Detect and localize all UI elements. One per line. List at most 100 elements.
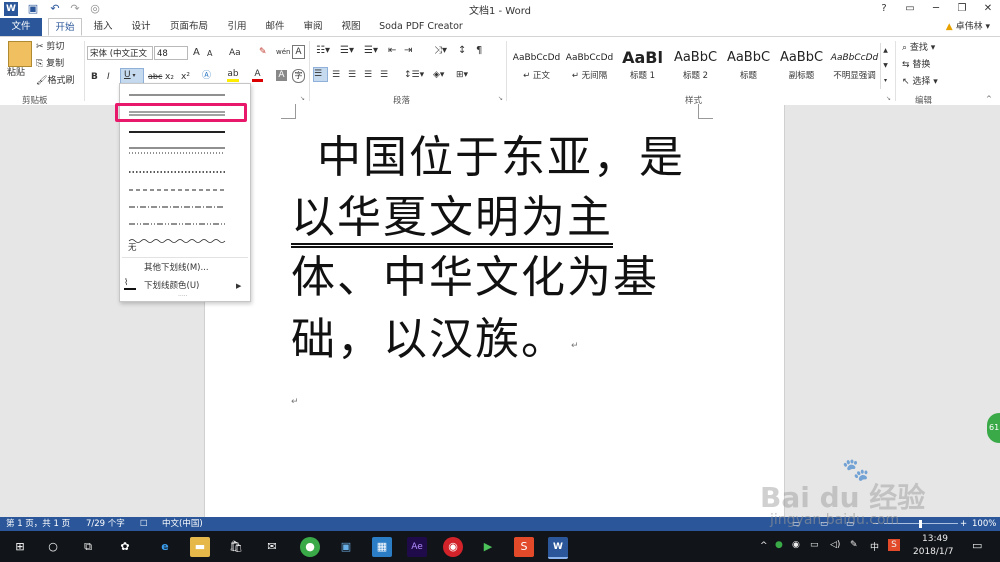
paragraph-dialog-launcher-icon[interactable]: ↘ — [498, 93, 503, 105]
align-right-icon[interactable]: ☰ — [348, 69, 356, 81]
edge-browser-icon[interactable]: e — [155, 537, 175, 557]
tray-shield-icon[interactable]: ◉ — [792, 540, 800, 550]
tab-design[interactable]: 设计 — [126, 18, 156, 36]
style-item[interactable]: AaBbCcDd ↵ 无间隔 — [563, 47, 616, 89]
shading-icon[interactable]: ◈▾ — [433, 69, 444, 81]
copy-button[interactable]: ⎘ 复制 — [36, 58, 64, 70]
show-formatting-icon[interactable]: ¶ — [476, 45, 482, 57]
font-size-combo[interactable]: 48 — [154, 46, 188, 60]
computer-icon[interactable]: ▣ — [336, 537, 356, 557]
underline-none-option[interactable]: 无 — [128, 242, 137, 254]
increase-indent-icon[interactable]: ⇥ — [404, 45, 412, 57]
bold-button[interactable]: B — [91, 71, 98, 83]
grow-font-button[interactable]: A — [193, 47, 200, 59]
resize-grip[interactable]: ..... — [178, 289, 188, 301]
green-app-icon[interactable]: ● — [300, 537, 320, 557]
tab-layout[interactable]: 页面布局 — [166, 18, 212, 36]
language-indicator[interactable]: 中文(中国) — [162, 518, 203, 530]
ribbon-display-options-icon[interactable]: ▭ — [898, 1, 922, 17]
minimize-button[interactable]: ─ — [924, 1, 948, 17]
bullets-icon[interactable]: ☷▾ — [316, 45, 330, 57]
pinwheel-app-icon[interactable]: ✿ — [115, 537, 135, 557]
clock-time[interactable]: 13:49 — [922, 534, 948, 544]
superscript-button[interactable]: x² — [181, 71, 190, 83]
page-count[interactable]: 第 1 页，共 1 页 — [6, 518, 70, 530]
body-text-line[interactable]: 体、中华文化为基 — [291, 241, 659, 305]
tab-references[interactable]: 引用 — [222, 18, 252, 36]
highlight-icon[interactable]: ab — [227, 68, 239, 82]
cut-button[interactable]: ✂ 剪切 — [36, 41, 64, 53]
character-border-icon[interactable]: A — [292, 45, 305, 59]
distributed-icon[interactable]: ☰ — [380, 69, 388, 81]
select-button[interactable]: ↖ 选择 ▾ — [902, 76, 938, 88]
collapse-ribbon-icon[interactable]: ^ — [986, 93, 992, 105]
underline-wave[interactable] — [128, 239, 226, 243]
tab-file[interactable]: 文件 — [0, 18, 42, 36]
volume-icon[interactable]: ◁) — [830, 540, 840, 550]
font-color-icon[interactable]: A — [252, 68, 263, 82]
replace-button[interactable]: ⇆ 替换 — [902, 59, 930, 71]
file-explorer-icon[interactable]: ▬ — [190, 537, 210, 557]
underline-color-option[interactable]: 下划线颜色(U) — [144, 280, 199, 292]
align-left-button[interactable]: ☰ — [313, 67, 328, 82]
after-effects-icon[interactable]: Ae — [407, 537, 427, 557]
clear-formatting-icon[interactable]: ✎ — [259, 46, 267, 58]
store-icon[interactable]: 🛍 — [226, 537, 246, 557]
font-name-combo[interactable]: 宋体 (中文正文 — [87, 46, 153, 60]
numbering-icon[interactable]: ☰▾ — [340, 45, 354, 57]
format-painter-button[interactable]: 🖌格式刷 — [36, 75, 74, 87]
sogou-app-icon[interactable]: S — [514, 537, 534, 557]
decrease-indent-icon[interactable]: ⇤ — [388, 45, 396, 57]
underlined-text[interactable]: 以华夏文明为主 — [291, 192, 613, 248]
multilevel-list-icon[interactable]: ☰▾ — [364, 45, 378, 57]
style-item[interactable]: AaBbCcDd ↵ 正文 — [510, 47, 563, 89]
find-button[interactable]: ⌕ 查找 ▾ — [902, 42, 935, 54]
user-account[interactable]: ▲ 卓伟林 ▾ — [946, 18, 990, 36]
restore-button[interactable]: ❐ — [950, 1, 974, 17]
gallery-scroll[interactable]: ▲ ▼ ▾ — [880, 43, 890, 89]
word-count[interactable]: 7/29 个字 — [86, 518, 125, 530]
task-view-icon[interactable]: ⧉ — [78, 537, 98, 557]
body-text-line-underlined[interactable]: 以华夏文明为主 — [291, 181, 613, 248]
underline-button[interactable]: U ▾ — [120, 68, 144, 84]
font-dialog-launcher-icon[interactable]: ↘ — [300, 93, 305, 105]
style-item[interactable]: AaBbCcDd 不明显强调 — [828, 47, 881, 89]
paste-button[interactable]: 粘贴 — [7, 67, 25, 79]
justify-icon[interactable]: ☰ — [364, 69, 372, 81]
music-app-icon[interactable]: ◉ — [443, 537, 463, 557]
mail-icon[interactable]: ✉ — [262, 537, 282, 557]
tray-app-icon[interactable]: ● — [775, 540, 783, 550]
body-text-line[interactable]: 础，以汉族。 — [291, 303, 567, 367]
ime-indicator[interactable]: 中 — [870, 540, 879, 553]
style-item[interactable]: AaBl 标题 1 — [616, 47, 669, 89]
proofing-icon[interactable]: ☐ — [140, 518, 148, 530]
sogou-tray-icon[interactable]: S — [888, 539, 900, 551]
document-page[interactable]: 中国位于东亚，是 以华夏文明为主 体、中华文化为基 础，以汉族。 ↵ ↵ — [204, 104, 785, 517]
subscript-button[interactable]: x₂ — [165, 71, 174, 83]
close-button[interactable]: ✕ — [976, 1, 1000, 17]
character-shading-icon[interactable]: A — [276, 70, 287, 81]
align-center-icon[interactable]: ☰ — [332, 69, 340, 81]
start-windows-icon[interactable]: ⊞ — [10, 537, 30, 557]
line-spacing-icon[interactable]: ↕☰▾ — [404, 69, 424, 81]
italic-button[interactable]: I — [107, 71, 110, 83]
enclose-character-icon[interactable]: 字 — [292, 69, 305, 83]
pen-icon[interactable]: ✎ — [850, 540, 858, 550]
change-case-button[interactable]: Aa — [229, 47, 241, 59]
paste-icon[interactable] — [8, 41, 32, 67]
phonetic-guide-icon[interactable]: wén — [276, 46, 290, 58]
clock-date[interactable]: 2018/1/7 — [913, 547, 953, 557]
style-item[interactable]: AaBbC 标题 2 — [669, 47, 722, 89]
control-panel-icon[interactable]: ▦ — [372, 537, 392, 557]
side-badge[interactable]: 61 — [987, 413, 1000, 443]
tab-review[interactable]: 审阅 — [298, 18, 328, 36]
more-underlines-option[interactable]: 其他下划线(M)... — [144, 262, 209, 274]
tab-home[interactable]: 开始 — [48, 18, 82, 36]
sort-icon[interactable]: ↕ — [458, 45, 466, 57]
text-effects-icon[interactable]: Ⓐ — [202, 70, 211, 82]
tab-soda-pdf[interactable]: Soda PDF Creator — [376, 18, 466, 36]
network-icon[interactable]: ▭ — [810, 540, 819, 550]
borders-icon[interactable]: ⊞▾ — [456, 69, 468, 81]
search-icon[interactable]: ○ — [43, 537, 63, 557]
chinese-layout-icon[interactable]: ⤨▾ — [434, 45, 447, 57]
